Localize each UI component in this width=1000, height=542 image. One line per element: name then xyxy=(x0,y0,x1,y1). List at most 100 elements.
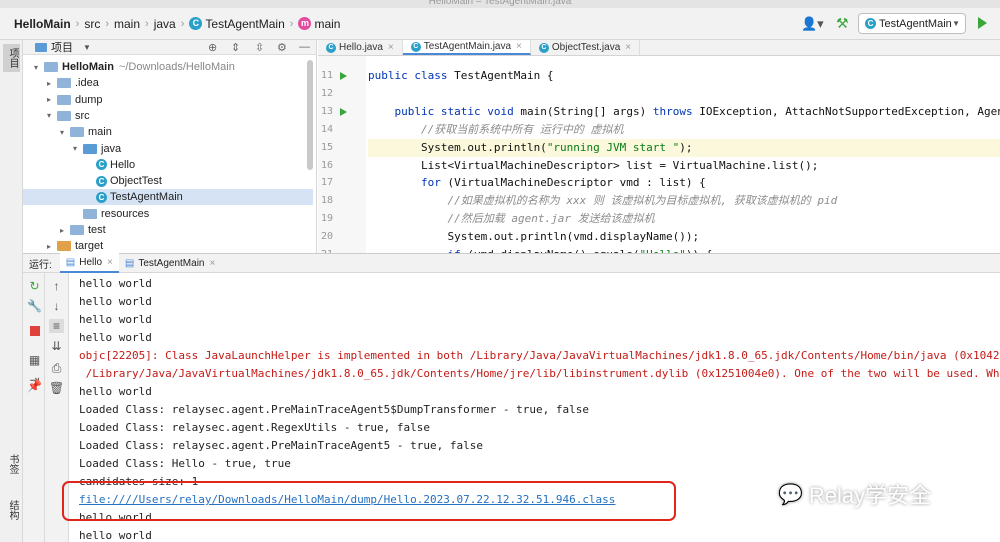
rerun-icon[interactable]: ↻ xyxy=(27,279,42,293)
breadcrumb-src[interactable]: src xyxy=(84,17,100,31)
folder-icon xyxy=(57,78,71,89)
breadcrumb-class[interactable]: TestAgentMain xyxy=(205,17,284,31)
line-number: 14 xyxy=(320,123,333,135)
project-panel-title[interactable]: 项目 xyxy=(51,39,73,55)
tree-item[interactable]: C ObjectTest xyxy=(23,173,313,189)
line-number: 20 xyxy=(320,231,333,243)
tree-item[interactable]: ▸ dump xyxy=(23,92,313,108)
stop-icon[interactable] xyxy=(27,325,42,339)
tree-item[interactable]: ▸ .idea xyxy=(23,75,313,91)
arrow-up-icon[interactable]: ↑ xyxy=(49,279,64,293)
folder-icon xyxy=(70,127,84,138)
chevron-down-icon[interactable]: ▾ xyxy=(31,63,41,72)
line-number: 12 xyxy=(320,87,333,99)
folder-icon xyxy=(57,94,71,105)
watermark: 💬 Relay学安全 xyxy=(778,477,978,511)
user-icon[interactable]: 👤▾ xyxy=(801,16,824,32)
class-icon: C xyxy=(96,191,107,203)
chevron-down-icon[interactable]: ▾ xyxy=(44,111,54,120)
code-line: List<VirtualMachineDescriptor> list = Vi… xyxy=(368,158,819,172)
wrench-icon[interactable]: 🔧 xyxy=(27,299,42,313)
code-line: public static void main(String[] args) t… xyxy=(394,104,1000,118)
tree-item[interactable]: C Hello xyxy=(23,157,313,173)
chevron-right-icon[interactable]: ▸ xyxy=(44,79,54,88)
chevron-right-icon[interactable]: ▸ xyxy=(44,242,54,251)
breadcrumb-main[interactable]: main xyxy=(114,17,140,31)
run-gutter-icon[interactable] xyxy=(340,107,347,116)
chevron-down-icon[interactable]: ▾ xyxy=(57,128,67,137)
chevron-right-icon[interactable]: ▸ xyxy=(57,226,67,235)
breadcrumb-java[interactable]: java xyxy=(154,17,176,31)
tree-item[interactable]: resources xyxy=(23,206,313,222)
breadcrumb-method[interactable]: main xyxy=(314,17,340,31)
project-tool-tab[interactable]: 项目 xyxy=(3,44,20,72)
trash-icon[interactable]: 🗑 xyxy=(49,381,64,395)
chevron-down-icon[interactable]: ▾ xyxy=(70,144,80,153)
watermark-text: Relay学安全 xyxy=(808,483,932,508)
run-tab-bar: ▤ Hello × ▤ TestAgentMain × xyxy=(59,253,222,273)
tree-item-label: dump xyxy=(75,93,103,106)
scrollbar[interactable] xyxy=(307,60,313,170)
tree-item[interactable]: ▸ test xyxy=(23,222,313,238)
close-icon[interactable]: × xyxy=(516,41,522,52)
editor-tab[interactable]: C Hello.java × xyxy=(318,40,403,55)
tree-item[interactable]: ▸ target xyxy=(23,238,313,254)
layout-icon[interactable]: ▦ xyxy=(27,353,42,367)
scroll-to-end-icon[interactable]: ⇊ xyxy=(49,339,64,353)
close-icon[interactable]: × xyxy=(107,257,113,268)
tree-item-label: resources xyxy=(101,207,150,220)
hammer-icon[interactable]: ⚒ xyxy=(836,15,849,32)
editor-tab[interactable]: C TestAgentMain.java × xyxy=(402,40,531,55)
run-icon[interactable] xyxy=(978,17,987,29)
class-icon: C xyxy=(189,17,203,30)
run-tab[interactable]: ▤ Hello × xyxy=(59,253,119,273)
close-icon[interactable]: × xyxy=(625,42,631,53)
run-gutter-icon[interactable] xyxy=(340,72,347,80)
collapse-icon[interactable]: ⇕ xyxy=(231,41,240,54)
gear-icon[interactable]: ⚙ xyxy=(277,41,287,54)
chevron-right-icon: › xyxy=(289,17,294,30)
tree-item[interactable]: ▾ src xyxy=(23,108,313,124)
class-icon: C xyxy=(410,41,421,52)
class-icon: C xyxy=(538,42,549,53)
console-line: hello world xyxy=(79,277,152,290)
locate-icon[interactable]: ⊕ xyxy=(208,41,217,54)
expand-icon[interactable]: ⇳ xyxy=(255,41,264,54)
close-icon[interactable]: × xyxy=(388,42,394,53)
run-tab[interactable]: ▤ TestAgentMain × xyxy=(119,253,221,273)
tree-item-label: main xyxy=(88,126,112,139)
run-config-select[interactable]: C TestAgentMain ▼ xyxy=(858,13,966,34)
tree-item-label: .idea xyxy=(75,77,99,90)
editor-tab-label: TestAgentMain.java xyxy=(423,41,512,52)
structure-tool-tab[interactable]: 结构 xyxy=(3,496,20,524)
chevron-right-icon[interactable]: ▸ xyxy=(44,95,54,104)
chevron-down-icon[interactable]: ▼ xyxy=(83,43,91,52)
line-number: 11 xyxy=(320,70,333,81)
pin-icon[interactable]: 📌 xyxy=(27,379,42,393)
tree-item[interactable]: ▾ HelloMain ~/Downloads/HelloMain xyxy=(23,59,313,75)
tree-item-label: ObjectTest xyxy=(110,175,162,188)
arrow-down-icon[interactable]: ↓ xyxy=(49,299,64,313)
tree-item[interactable]: ▾ main xyxy=(23,124,313,140)
run-config-label: TestAgentMain xyxy=(879,17,952,30)
run-tab-label: TestAgentMain xyxy=(138,257,205,269)
code-line: //如果虚拟机的名称为 xxx 则 该虚拟机为目标虚拟机, 获取该虚拟机的 pi… xyxy=(447,194,838,208)
tree-item-path: ~/Downloads/HelloMain xyxy=(118,61,235,73)
code-line: if (vmd.displayName().equals("Hello")) { xyxy=(368,246,1000,253)
class-icon: C xyxy=(865,18,876,29)
breadcrumb-project[interactable]: HelloMain xyxy=(14,17,71,31)
tree-item[interactable]: C TestAgentMain xyxy=(23,189,313,206)
console-icon: ▤ xyxy=(124,257,135,269)
print-icon[interactable]: ⎙ xyxy=(49,361,64,375)
minimize-icon[interactable]: — xyxy=(299,41,310,53)
folder-icon xyxy=(35,42,47,52)
close-icon[interactable]: × xyxy=(209,258,215,269)
editor-tab-label: ObjectTest.java xyxy=(551,42,621,53)
soft-wrap-icon[interactable]: ≡ xyxy=(49,319,64,333)
bookmarks-tool-tab[interactable]: 书签 xyxy=(3,450,20,478)
tree-item-label: TestAgentMain xyxy=(110,191,183,204)
editor-tab[interactable]: C ObjectTest.java × xyxy=(531,40,641,55)
tree-item[interactable]: ▾ java xyxy=(23,141,313,157)
run-toolbar-primary: ↻ 🔧 ▦ ⇥ 📌 xyxy=(23,273,45,542)
tree-item-label: target xyxy=(75,240,104,253)
